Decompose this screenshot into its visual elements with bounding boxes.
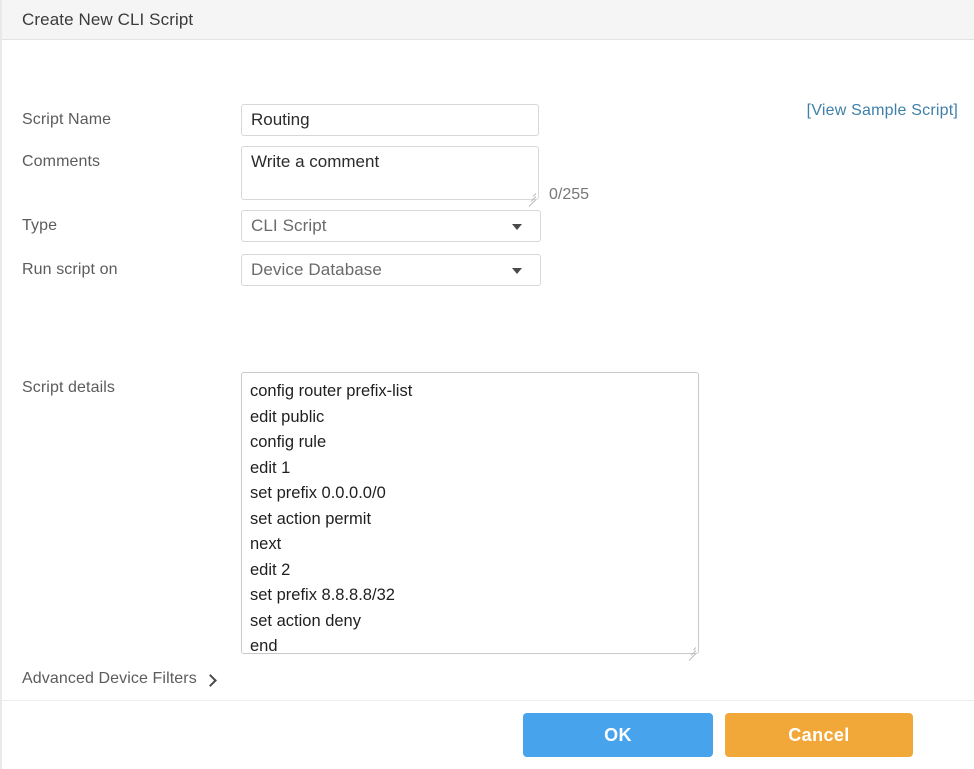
run-script-on-row: Run script on Device Database (22, 254, 541, 286)
type-row: Type CLI Script (22, 210, 541, 242)
type-label: Type (22, 210, 241, 242)
script-name-input[interactable] (241, 104, 539, 136)
script-name-row: Script Name (22, 104, 539, 136)
comments-textarea-wrap (241, 146, 539, 205)
page-title: Create New CLI Script (22, 10, 193, 30)
run-script-on-label: Run script on (22, 254, 241, 286)
script-details-textarea-wrap (241, 372, 699, 659)
dialog-body: [View Sample Script] Script Name Comment… (2, 40, 974, 700)
advanced-device-filters-toggle[interactable]: Advanced Device Filters (22, 670, 215, 688)
dialog-footer: OK Cancel (2, 700, 974, 769)
comments-label: Comments (22, 146, 241, 178)
run-script-on-select-value: Device Database (242, 260, 382, 280)
script-details-label: Script details (22, 372, 241, 404)
dialog-header: Create New CLI Script (2, 0, 974, 40)
cancel-button[interactable]: Cancel (725, 713, 913, 757)
advanced-device-filters-label: Advanced Device Filters (22, 670, 197, 688)
view-sample-script-link[interactable]: [View Sample Script] (807, 102, 958, 120)
create-cli-script-dialog: Create New CLI Script [View Sample Scrip… (0, 0, 974, 769)
comments-char-counter: 0/255 (549, 186, 589, 205)
run-script-on-select[interactable]: Device Database (241, 254, 541, 286)
comments-row: Comments 0/255 (22, 146, 589, 205)
type-select[interactable]: CLI Script (241, 210, 541, 242)
comments-textarea[interactable] (241, 146, 539, 200)
chevron-right-icon (204, 674, 217, 687)
chevron-down-icon (512, 224, 522, 230)
chevron-down-icon (512, 268, 522, 274)
script-details-row: Script details (22, 372, 699, 659)
type-select-value: CLI Script (242, 216, 327, 236)
ok-button[interactable]: OK (523, 713, 713, 757)
script-details-textarea[interactable] (241, 372, 699, 654)
script-name-label: Script Name (22, 104, 241, 136)
